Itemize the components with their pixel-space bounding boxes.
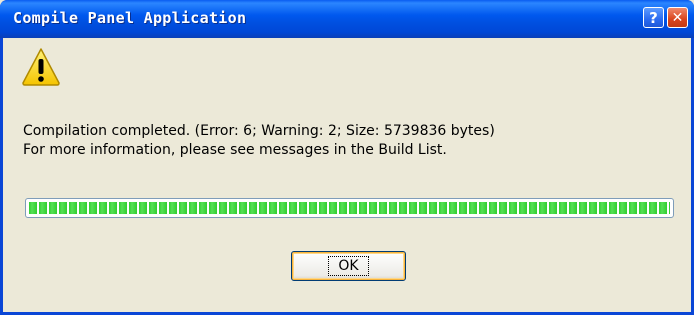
close-icon: ✕ <box>671 9 684 26</box>
ok-button[interactable]: OK <box>291 251 406 281</box>
ok-button-label: OK <box>328 256 369 276</box>
progress-bar <box>25 198 674 218</box>
window-title: Compile Panel Application <box>13 9 247 27</box>
help-button[interactable]: ? <box>643 7 664 28</box>
warning-icon <box>22 48 60 86</box>
dialog-body: Compilation completed. (Error: 6; Warnin… <box>3 38 691 312</box>
progress-fill <box>29 202 670 214</box>
help-icon: ? <box>649 8 658 27</box>
message-line-2: For more information, please see message… <box>23 142 447 158</box>
dialog-window: Compile Panel Application ? ✕ Compilatio… <box>0 0 694 315</box>
close-button[interactable]: ✕ <box>667 7 688 28</box>
message-line-1: Compilation completed. (Error: 6; Warnin… <box>23 123 495 139</box>
title-bar[interactable]: Compile Panel Application ? ✕ <box>0 0 694 38</box>
